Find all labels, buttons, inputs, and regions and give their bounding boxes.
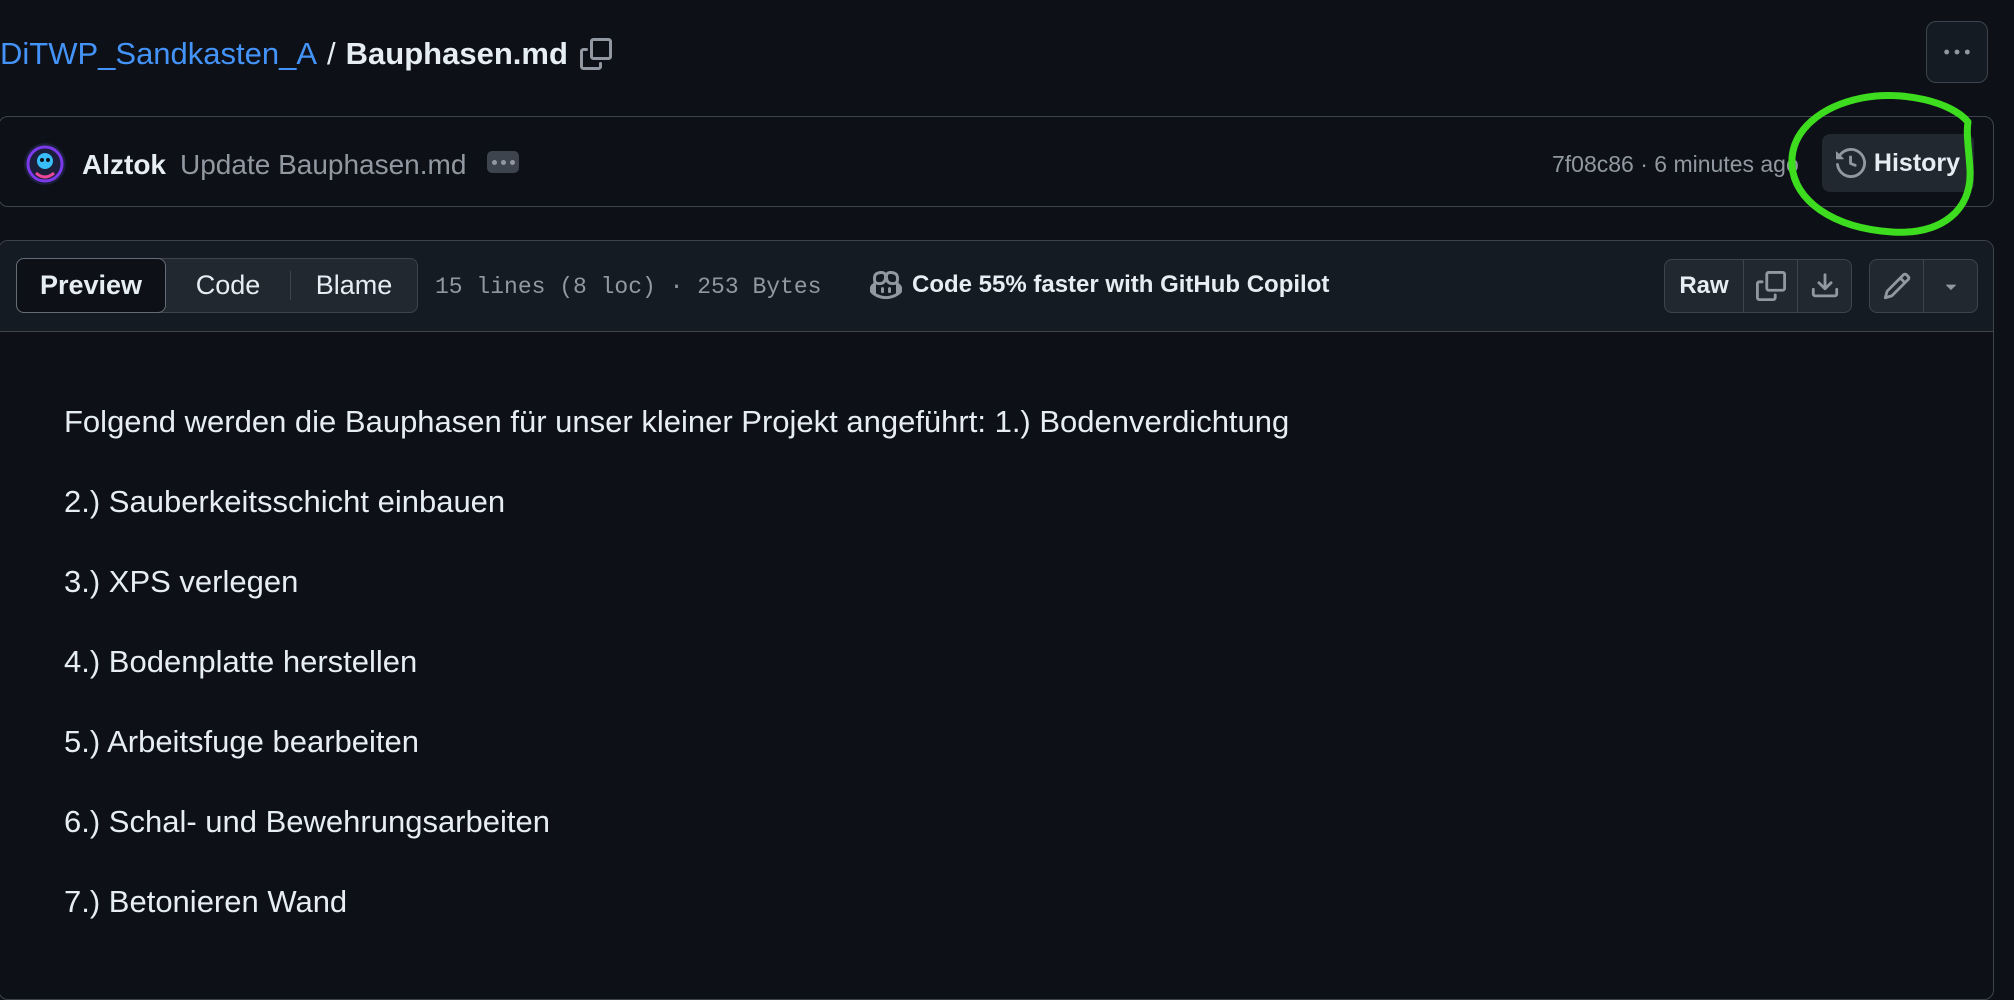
download-button[interactable]	[1797, 260, 1851, 312]
view-mode-tabs: Preview Code Blame	[16, 258, 418, 313]
copy-icon	[1755, 271, 1786, 301]
paragraph: Folgend werden die Bauphasen für unser k…	[64, 404, 1290, 439]
edit-actions-group	[1869, 259, 1978, 313]
copilot-icon	[870, 270, 902, 300]
commit-author[interactable]: Alztok	[82, 147, 166, 183]
paragraph: 2.) Sauberkeitsschicht einbauen	[64, 484, 506, 519]
paragraph: 4.) Bodenplatte herstellen	[64, 644, 418, 679]
kebab-horizontal-icon	[1944, 49, 1970, 55]
paragraph: 7.) Betonieren Wand	[64, 884, 348, 919]
copilot-promo[interactable]: Code 55% faster with GitHub Copilot	[870, 269, 1329, 301]
edit-button[interactable]	[1870, 260, 1923, 312]
breadcrumb-separator: /	[327, 36, 336, 71]
avatar[interactable]	[24, 143, 66, 185]
annotation-circle	[1788, 92, 1974, 236]
copilot-label: Code 55% faster with GitHub Copilot	[912, 271, 1330, 298]
pencil-icon	[1883, 272, 1910, 300]
commit-message[interactable]: Update Bauphasen.md	[180, 147, 466, 183]
more-options-button[interactable]	[1926, 21, 1988, 83]
copy-path-icon[interactable]	[579, 38, 612, 70]
edit-dropdown-button[interactable]	[1923, 260, 1977, 312]
repo-link[interactable]: DiTWP_Sandkasten_A	[0, 34, 317, 74]
paragraph: 5.) Arbeitsfuge bearbeiten	[64, 724, 420, 759]
markdown-body: Folgend werden die Bauphasen für unser k…	[64, 400, 1289, 960]
download-icon	[1811, 273, 1838, 298]
copy-raw-button[interactable]	[1743, 260, 1797, 312]
paragraph: 6.) Schal- und Bewehrungsarbeiten	[64, 804, 550, 839]
triangle-down-icon	[1945, 284, 1956, 290]
paragraph: 3.) XPS verlegen	[64, 564, 299, 599]
file-actions-group: Raw	[1664, 259, 1852, 313]
tab-code[interactable]: Code	[166, 259, 290, 312]
expand-commit-button[interactable]	[487, 151, 519, 173]
file-name: Bauphasen.md	[345, 36, 568, 71]
tab-preview[interactable]: Preview	[16, 258, 166, 313]
breadcrumb: DiTWP_Sandkasten_A / Bauphasen.md	[0, 34, 612, 74]
raw-button[interactable]: Raw	[1665, 260, 1743, 312]
commit-sha-time[interactable]: 7f08c86 · 6 minutes ago	[1552, 149, 1799, 179]
tab-blame[interactable]: Blame	[291, 259, 417, 312]
file-info: 15 lines (8 loc) · 253 Bytes	[435, 274, 822, 300]
